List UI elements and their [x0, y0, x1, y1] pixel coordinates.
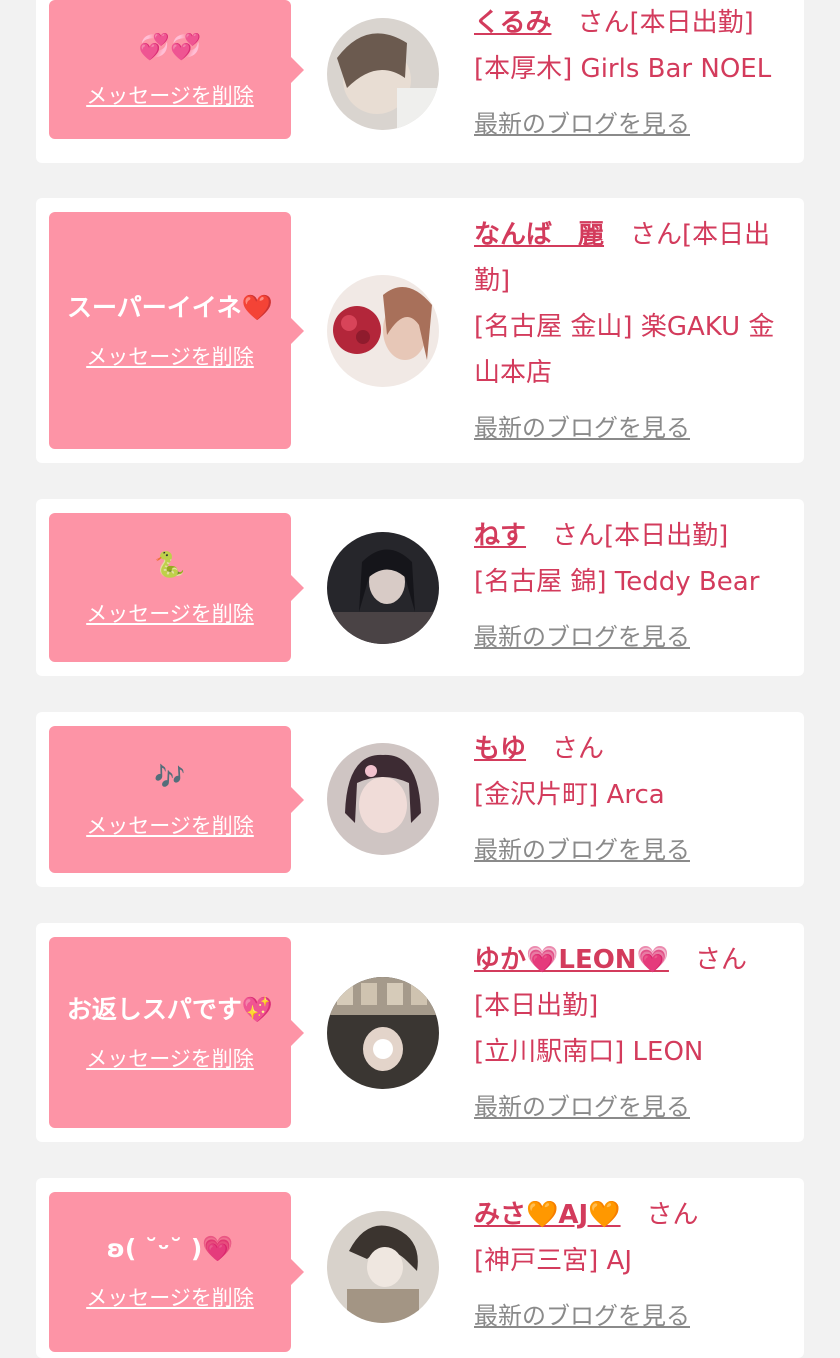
- latest-blog-link[interactable]: 最新のブログを見る: [474, 408, 690, 443]
- name-line: なんば 麗さん[本日出勤]: [474, 212, 794, 304]
- latest-blog-link[interactable]: 最新のブログを見る: [474, 617, 690, 652]
- message-text: 🐍: [154, 549, 186, 579]
- avatar-image: [327, 275, 439, 387]
- delete-message-link[interactable]: メッセージを削除: [86, 598, 254, 628]
- honorific: さん: [630, 220, 683, 250]
- cast-info: もゆ さん [金沢片町] Arca 最新のブログを見る: [474, 726, 794, 865]
- avatar-image: [327, 1211, 439, 1323]
- cast-name-link[interactable]: みさ🧡AJ🧡: [474, 1200, 621, 1230]
- avatar[interactable]: [327, 977, 439, 1089]
- message-text: ʚ( ˘ᵕ˘ )💗: [106, 1234, 234, 1263]
- avatar-image: [327, 977, 439, 1089]
- message-card: 🎶 メッセージを削除 もゆ さん [金沢片町] Arca 最新のブログを見る: [36, 712, 804, 887]
- latest-blog-link[interactable]: 最新のブログを見る: [474, 104, 690, 139]
- message-bubble: 🐍 メッセージを削除: [49, 513, 304, 662]
- message-bubble: お返しスパです💖 メッセージを削除: [49, 937, 304, 1128]
- shop-name: [本厚木] Girls Bar NOEL: [474, 54, 772, 84]
- shop-name: [名古屋 錦] Teddy Bear: [474, 567, 760, 597]
- message-card: 🐍 メッセージを削除 ねす さん[本日出勤] [名古屋 錦] Teddy Bear…: [36, 499, 804, 676]
- latest-blog-link[interactable]: 最新のブログを見る: [474, 1296, 690, 1331]
- honorific: さん: [577, 8, 630, 38]
- delete-message-link[interactable]: メッセージを削除: [86, 1043, 254, 1073]
- honorific: さん: [646, 1200, 699, 1230]
- delete-message-link[interactable]: メッセージを削除: [86, 1282, 254, 1312]
- latest-blog-link[interactable]: 最新のブログを見る: [474, 1087, 690, 1122]
- name-line: もゆ さん: [474, 726, 794, 772]
- delete-message-link[interactable]: メッセージを削除: [86, 80, 254, 110]
- cast-name-link[interactable]: くるみ: [474, 8, 551, 38]
- cast-info: ねす さん[本日出勤] [名古屋 錦] Teddy Bear 最新のブログを見る: [474, 513, 794, 652]
- message-card: スーパーイイネ❤️ メッセージを削除 なんば 麗さん[本日出勤] [名古屋 金山…: [36, 198, 804, 463]
- message-bubble: 💞💞 メッセージを削除: [49, 0, 304, 139]
- message-card: 💞💞 メッセージを削除 くるみ さん[本日出勤] [本厚木] Girls Bar …: [36, 0, 804, 163]
- delete-message-link[interactable]: メッセージを削除: [86, 341, 254, 371]
- cast-name-link[interactable]: ねす: [474, 521, 526, 551]
- message-text: 🎶: [154, 761, 186, 791]
- avatar-image: [327, 532, 439, 644]
- avatar[interactable]: [327, 275, 439, 387]
- shop-name: [神戸三宮] AJ: [474, 1246, 633, 1276]
- avatar[interactable]: [327, 743, 439, 855]
- status-label: [本日出勤]: [604, 521, 729, 551]
- message-text: 💞💞: [138, 31, 202, 61]
- message-card: お返しスパです💖 メッセージを削除 ゆか💗LEON💗 さん [本日出勤] [立川駅…: [36, 923, 804, 1142]
- cast-name-link[interactable]: ゆか💗LEON💗: [474, 945, 669, 975]
- message-card: ʚ( ˘ᵕ˘ )💗 メッセージを削除 みさ🧡AJ🧡 さん [神戸三宮] AJ 最新…: [36, 1178, 804, 1358]
- cast-info: ゆか💗LEON💗 さん [本日出勤] [立川駅南口] LEON 最新のブログを見る: [474, 937, 794, 1122]
- cast-name-link[interactable]: なんば 麗: [474, 220, 604, 250]
- message-text: お返しスパです💖: [66, 994, 274, 1024]
- message-bubble: ʚ( ˘ᵕ˘ )💗 メッセージを削除: [49, 1192, 304, 1352]
- cast-info: みさ🧡AJ🧡 さん [神戸三宮] AJ 最新のブログを見る: [474, 1192, 794, 1331]
- status-label: [本日出勤]: [474, 991, 599, 1021]
- name-line: ねす さん[本日出勤]: [474, 513, 794, 559]
- honorific: さん: [694, 945, 747, 975]
- shop-name: [金沢片町] Arca: [474, 780, 665, 810]
- name-line: ゆか💗LEON💗 さん: [474, 937, 794, 983]
- latest-blog-link[interactable]: 最新のブログを見る: [474, 830, 690, 865]
- message-text: スーパーイイネ❤️: [67, 292, 273, 322]
- cast-name-link[interactable]: もゆ: [474, 734, 526, 764]
- delete-message-link[interactable]: メッセージを削除: [86, 810, 254, 840]
- name-line: くるみ さん[本日出勤]: [474, 0, 794, 46]
- honorific: さん: [552, 521, 605, 551]
- avatar-image: [327, 18, 439, 130]
- shop-name: [立川駅南口] LEON: [474, 1037, 704, 1067]
- shop-name: [名古屋 金山] 楽GAKU 金山本店: [474, 312, 775, 388]
- avatar[interactable]: [327, 532, 439, 644]
- honorific: さん: [552, 734, 605, 764]
- message-bubble: スーパーイイネ❤️ メッセージを削除: [49, 212, 304, 449]
- avatar[interactable]: [327, 18, 439, 130]
- avatar-image: [327, 743, 439, 855]
- cast-info: くるみ さん[本日出勤] [本厚木] Girls Bar NOEL 最新のブログを…: [474, 0, 794, 139]
- message-bubble: 🎶 メッセージを削除: [49, 726, 304, 873]
- cast-info: なんば 麗さん[本日出勤] [名古屋 金山] 楽GAKU 金山本店 最新のブログ…: [474, 212, 794, 443]
- avatar[interactable]: [327, 1211, 439, 1323]
- name-line: みさ🧡AJ🧡 さん: [474, 1192, 794, 1238]
- status-label: [本日出勤]: [629, 8, 754, 38]
